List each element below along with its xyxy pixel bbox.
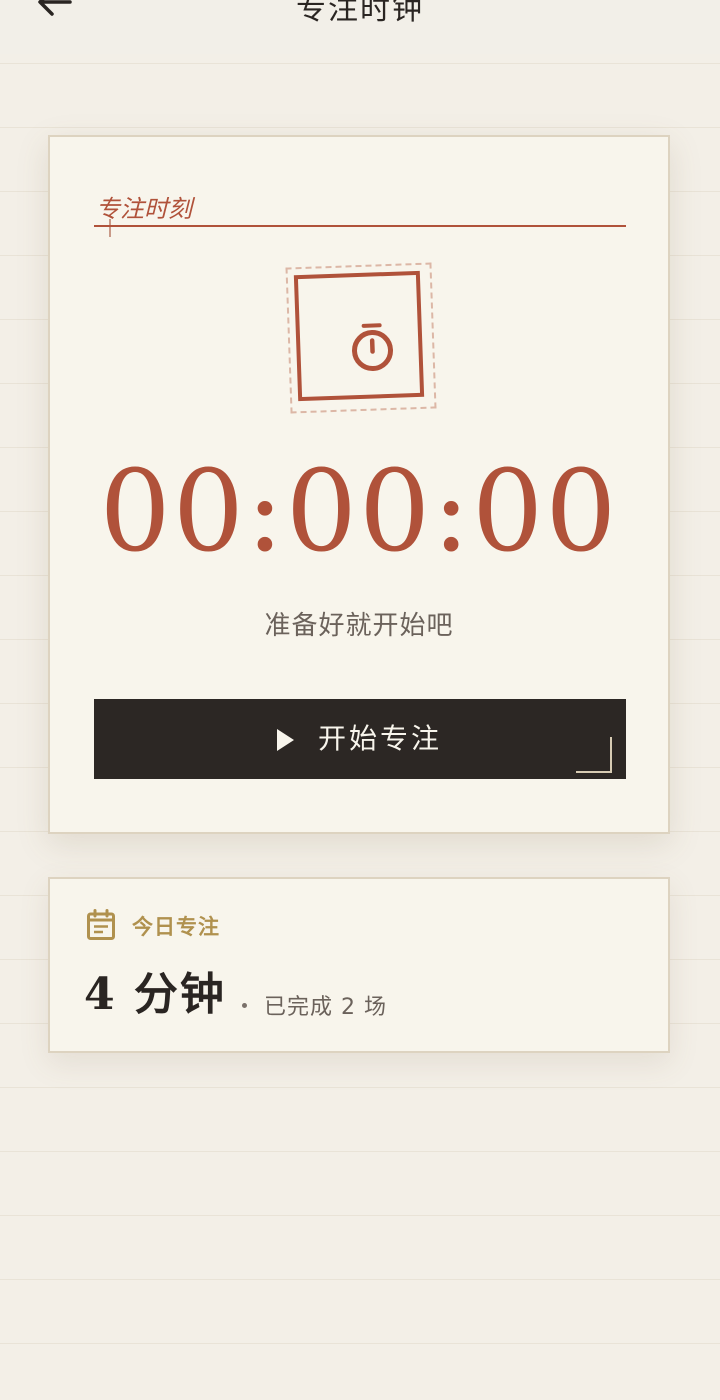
separator-dot	[242, 1003, 247, 1008]
page-title: 专注时钟	[296, 0, 424, 27]
start-focus-label: 开始专注	[318, 722, 443, 755]
play-icon	[277, 729, 294, 751]
stopwatch-stamp	[285, 262, 437, 414]
today-minutes: 4 分钟	[84, 969, 226, 1020]
calendar-icon	[87, 909, 115, 940]
label-tick-mark	[109, 219, 111, 237]
timer-hint: 准备好就开始吧	[264, 611, 454, 641]
focus-timer-card: 专注时刻 00:00:00 准备好就开始吧 开始专注	[48, 135, 670, 834]
corner-mark	[576, 737, 612, 773]
stamp-frame	[293, 270, 425, 402]
section-divider	[94, 225, 626, 227]
stopwatch-icon	[352, 323, 394, 372]
timer-display: 00:00:00	[99, 447, 619, 577]
today-focus-label: 今日专注	[132, 914, 220, 939]
start-focus-button[interactable]: 开始专注	[94, 699, 626, 779]
today-focus-card: 今日专注 4 分钟 已完成 2 场	[48, 877, 670, 1053]
today-sessions: 已完成 2 场	[264, 995, 387, 1020]
app-header: 专注时钟	[0, 0, 720, 54]
